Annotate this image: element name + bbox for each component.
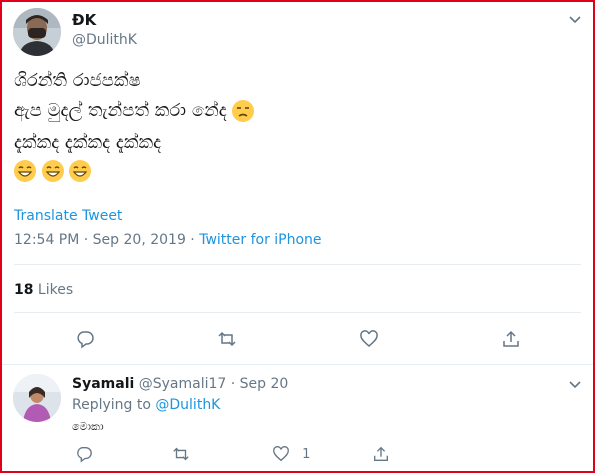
divider bbox=[2, 364, 593, 365]
tweet-screenshot-frame: ÐK @DulithK ශිරන්ති රාජපක්ෂ ඇප මුදල් තැන… bbox=[0, 0, 595, 473]
reply-text: මොකා bbox=[72, 420, 104, 433]
tweet-timestamp[interactable]: 12:54 PM · Sep 20, 2019 · bbox=[14, 232, 199, 248]
tweet-meta: 12:54 PM · Sep 20, 2019 · Twitter for iP… bbox=[14, 232, 322, 248]
share-icon[interactable] bbox=[372, 445, 390, 465]
translate-tweet-link[interactable]: Translate Tweet bbox=[14, 208, 122, 224]
like-action[interactable]: 1 bbox=[272, 445, 310, 465]
likes-count[interactable]: 18 Likes bbox=[14, 282, 73, 298]
tweet-emoji-line bbox=[14, 160, 92, 182]
tweet-text-line-2-text: ඇප මුදල් තැන්පත් කරා නේද bbox=[14, 100, 227, 121]
heart-icon[interactable] bbox=[359, 329, 379, 349]
replying-to: Replying to @DulithK bbox=[72, 397, 220, 413]
likes-label: Likes bbox=[33, 282, 74, 298]
avatar[interactable] bbox=[13, 8, 61, 56]
replying-to-label: Replying to bbox=[72, 397, 156, 413]
reply-display-name[interactable]: Syamali bbox=[72, 376, 134, 392]
reply-like-count: 1 bbox=[302, 446, 311, 462]
unamused-face-icon bbox=[232, 100, 255, 122]
tweet-source-link[interactable]: Twitter for iPhone bbox=[199, 232, 321, 248]
retweet-icon[interactable] bbox=[172, 445, 190, 465]
replying-to-handle[interactable]: @DulithK bbox=[155, 397, 220, 413]
retweet-icon[interactable] bbox=[217, 329, 237, 349]
divider bbox=[14, 312, 581, 313]
heart-icon[interactable] bbox=[272, 446, 290, 462]
avatar[interactable] bbox=[13, 374, 61, 422]
tweet-text-line-3: දැක්කද දැක්කද දැක්කද bbox=[14, 132, 162, 153]
grinning-face-icon bbox=[69, 160, 92, 182]
tweet-text-line-1: ශිරන්ති රාජපක්ෂ bbox=[14, 70, 141, 91]
reply-user[interactable]: Syamali @Syamali17 · Sep 20 bbox=[72, 376, 288, 392]
grinning-face-icon bbox=[14, 160, 36, 182]
chevron-down-icon[interactable] bbox=[568, 377, 582, 391]
reply-icon[interactable] bbox=[75, 445, 93, 465]
chevron-down-icon[interactable] bbox=[568, 12, 582, 26]
reply-tweet: Syamali @Syamali17 · Sep 20 Replying to … bbox=[2, 367, 593, 471]
grinning-face-icon bbox=[41, 160, 64, 182]
tweet-text-line-2: ඇප මුදල් තැන්පත් කරා නේද bbox=[14, 100, 255, 122]
divider bbox=[14, 264, 581, 265]
reply-handle-time[interactable]: @Syamali17 · Sep 20 bbox=[134, 376, 289, 392]
reply-icon[interactable] bbox=[75, 329, 95, 349]
share-icon[interactable] bbox=[501, 329, 521, 349]
likes-number: 18 bbox=[14, 282, 34, 298]
user-handle[interactable]: @DulithK bbox=[72, 32, 137, 48]
display-name[interactable]: ÐK bbox=[72, 11, 96, 29]
